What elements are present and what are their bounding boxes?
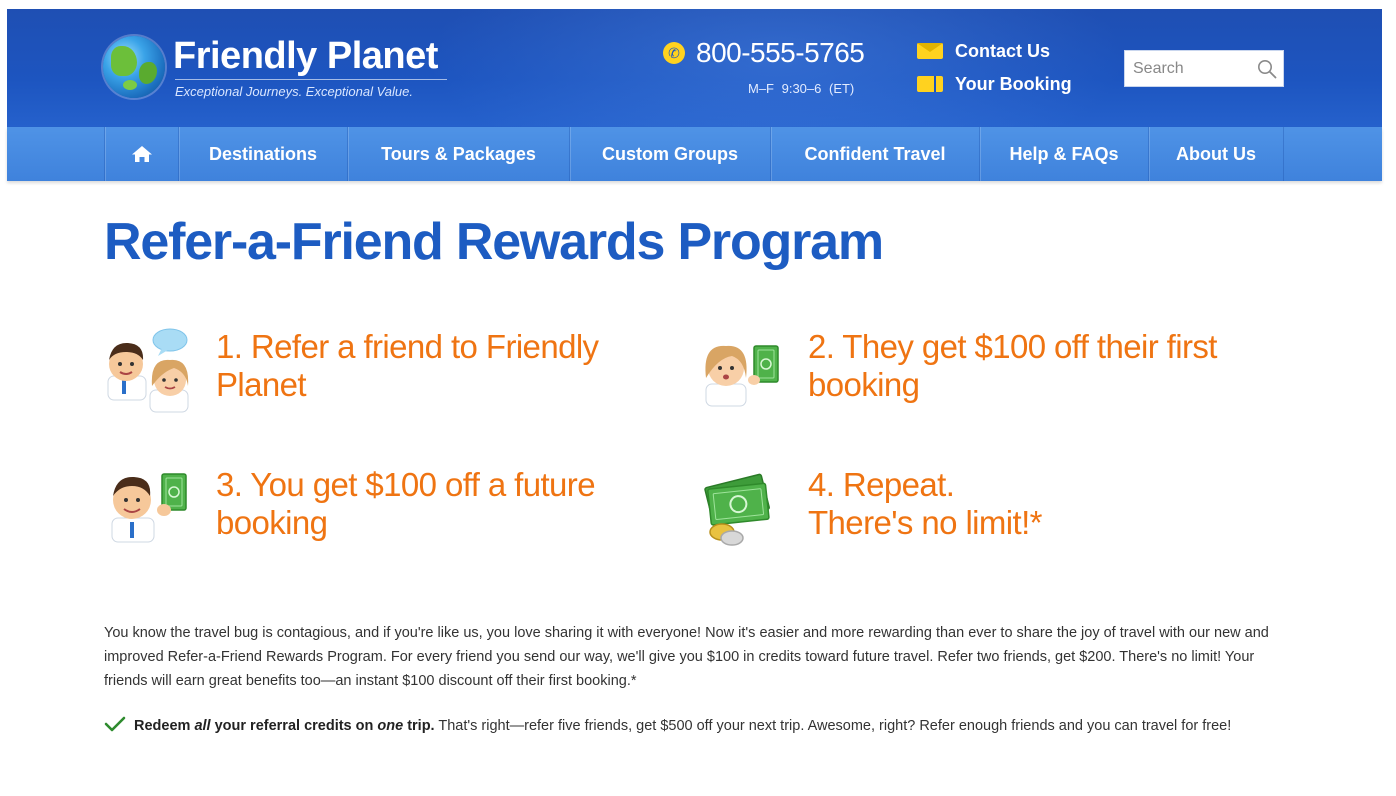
nav-custom-groups[interactable]: Custom Groups	[569, 127, 770, 181]
globe-icon	[103, 36, 165, 98]
brand-underline	[175, 79, 447, 80]
nav-home[interactable]	[104, 127, 178, 181]
search-input[interactable]	[1125, 51, 1249, 86]
envelope-icon	[917, 43, 943, 59]
site-header: Friendly Planet Exceptional Journeys. Ex…	[7, 9, 1382, 127]
redeem-paragraph: Redeem all your referral credits on one …	[104, 714, 1284, 738]
step-2-line-1: 2. They get $100 off their first	[808, 328, 1217, 365]
step-1-line-1: 1. Refer a friend to Friendly	[216, 328, 599, 365]
phone-icon: ✆	[663, 42, 685, 64]
two-people-chat-icon	[107, 328, 189, 413]
contact-us-label: Contact Us	[955, 40, 1051, 61]
phone-hours: M–F 9:30–6 (ET)	[748, 81, 855, 96]
checkmark-icon	[104, 716, 126, 732]
contact-us-link[interactable]: Contact Us	[917, 39, 1050, 63]
redeem-bold-2: your referral credits on	[210, 718, 378, 734]
man-with-cash-icon	[111, 473, 187, 543]
brand-name: Friendly Planet	[173, 35, 438, 77]
step-2: 2. They get $100 off their first booking	[696, 328, 1256, 418]
nav-destinations[interactable]: Destinations	[178, 127, 347, 181]
step-1-text: 1. Refer a friend to Friendly Planet	[216, 328, 599, 404]
search-box	[1124, 50, 1284, 87]
nav-items: Destinations Tours & Packages Custom Gro…	[104, 127, 1284, 181]
phone-number[interactable]: 800-555-5765	[696, 37, 865, 69]
search-icon[interactable]	[1257, 59, 1277, 79]
page-title: Refer-a-Friend Rewards Program	[104, 213, 884, 271]
home-icon	[131, 146, 152, 162]
your-booking-link[interactable]: Your Booking	[917, 72, 1072, 96]
intro-paragraph: You know the travel bug is contagious, a…	[104, 625, 1269, 689]
step-2-text: 2. They get $100 off their first booking	[808, 328, 1217, 404]
phone-block: ✆ 800-555-5765 M–F 9:30–6 (ET)	[660, 37, 890, 107]
step-4: 4. Repeat. There's no limit!*	[696, 466, 1256, 556]
step-4-text: 4. Repeat. There's no limit!*	[808, 466, 1043, 542]
main-nav: Destinations Tours & Packages Custom Gro…	[7, 127, 1382, 181]
step-4-line-2: There's no limit!*	[808, 504, 1043, 541]
money-stack-icon	[704, 473, 770, 546]
nav-about-us[interactable]: About Us	[1148, 127, 1284, 181]
redeem-bold-3: trip.	[403, 718, 435, 734]
nav-tours-packages[interactable]: Tours & Packages	[347, 127, 569, 181]
site-logo[interactable]: Friendly Planet Exceptional Journeys. Ex…	[103, 34, 463, 104]
contact-links: Contact Us Your Booking	[917, 39, 1117, 99]
step-3-line-2: booking	[216, 504, 328, 541]
step-4-line-1: 4. Repeat.	[808, 466, 955, 503]
step-3-text: 3. You get $100 off a future booking	[216, 466, 596, 542]
step-3-line-1: 3. You get $100 off a future	[216, 466, 596, 503]
step-1: 1. Refer a friend to Friendly Planet	[104, 328, 664, 418]
ticket-icon	[917, 76, 943, 92]
redeem-bold-1: Redeem	[134, 718, 195, 734]
your-booking-label: Your Booking	[955, 73, 1072, 94]
redeem-bold-italic-1: all	[194, 718, 211, 734]
step-2-line-2: booking	[808, 366, 920, 403]
woman-with-cash-icon	[705, 345, 779, 407]
redeem-bold-italic-2: one	[377, 718, 404, 734]
step-1-line-2: Planet	[216, 366, 307, 403]
step-3: 3. You get $100 off a future booking	[104, 466, 664, 556]
redeem-rest: That's right—refer five friends, get $50…	[434, 718, 1232, 734]
nav-help-faqs[interactable]: Help & FAQs	[979, 127, 1148, 181]
brand-tagline: Exceptional Journeys. Exceptional Value.	[175, 84, 413, 99]
nav-confident-travel[interactable]: Confident Travel	[770, 127, 979, 181]
